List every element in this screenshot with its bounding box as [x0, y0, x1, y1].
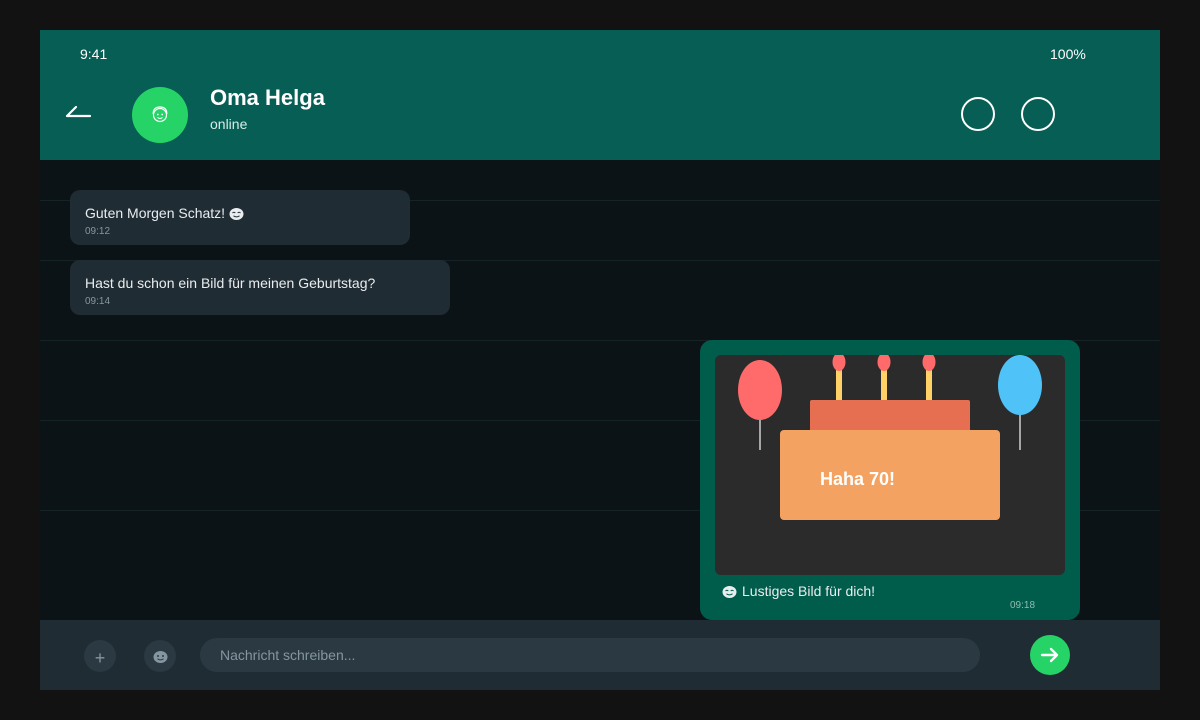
message-caption: Lustiges Bild für dich!: [742, 583, 876, 599]
message-time: 09:14: [85, 296, 111, 307]
balloon-blue: [998, 355, 1042, 415]
contact-name[interactable]: Oma Helga: [210, 85, 325, 111]
status-time: 9:41: [80, 46, 108, 62]
cake-text: Haha 70!: [820, 469, 895, 489]
contact-status: online: [210, 116, 248, 132]
message-list[interactable]: Guten Morgen Schatz! 09:12 Hast du schon…: [40, 160, 1160, 620]
menu-button[interactable]: [1021, 97, 1055, 131]
status-battery: 100%: [1050, 46, 1086, 62]
chat-header: 9:41 100% Oma Helga online: [40, 30, 1160, 160]
plus-icon: +: [94, 647, 106, 668]
message-text: Guten Morgen Schatz!: [85, 205, 226, 221]
birthday-image[interactable]: Haha 70!: [715, 353, 1065, 575]
smile-emoji-icon: [229, 208, 244, 220]
incoming-message[interactable]: Hast du schon ein Bild für meinen Geburt…: [70, 260, 450, 315]
back-arrow-icon: [65, 105, 92, 118]
incoming-message[interactable]: Guten Morgen Schatz! 09:12: [70, 190, 410, 245]
message-input[interactable]: [200, 638, 980, 672]
candle: [881, 370, 887, 405]
message-time: 09:18: [1010, 600, 1036, 611]
back-button[interactable]: [60, 98, 96, 128]
birthday-cake-illustration: Haha 70!: [715, 353, 1065, 575]
send-arrow-icon: [1040, 647, 1059, 663]
message-time: 09:12: [85, 226, 111, 237]
candle: [926, 370, 932, 405]
call-button[interactable]: [961, 97, 995, 131]
chat-window: 9:41 100% Oma Helga online Guten Morgen …: [40, 30, 1160, 690]
outgoing-image-message[interactable]: Haha 70! Lustiges Bild für dich! 09:18: [700, 340, 1080, 620]
avatar[interactable]: [132, 87, 188, 143]
attach-button[interactable]: +: [84, 640, 116, 672]
message-caption-row: Lustiges Bild für dich!: [722, 583, 875, 599]
send-button[interactable]: [1030, 635, 1070, 675]
cake-top-layer: [810, 400, 970, 435]
balloon-red: [738, 360, 782, 420]
emoji-icon: [153, 650, 167, 663]
grandma-avatar-icon: [152, 106, 168, 123]
emoji-button[interactable]: [144, 640, 176, 672]
input-bar: +: [40, 620, 1160, 690]
candle: [836, 370, 842, 405]
smile-emoji-icon: [722, 586, 737, 598]
message-text: Hast du schon ein Bild für meinen Geburt…: [85, 275, 376, 291]
message-text-row: Guten Morgen Schatz!: [85, 205, 244, 221]
